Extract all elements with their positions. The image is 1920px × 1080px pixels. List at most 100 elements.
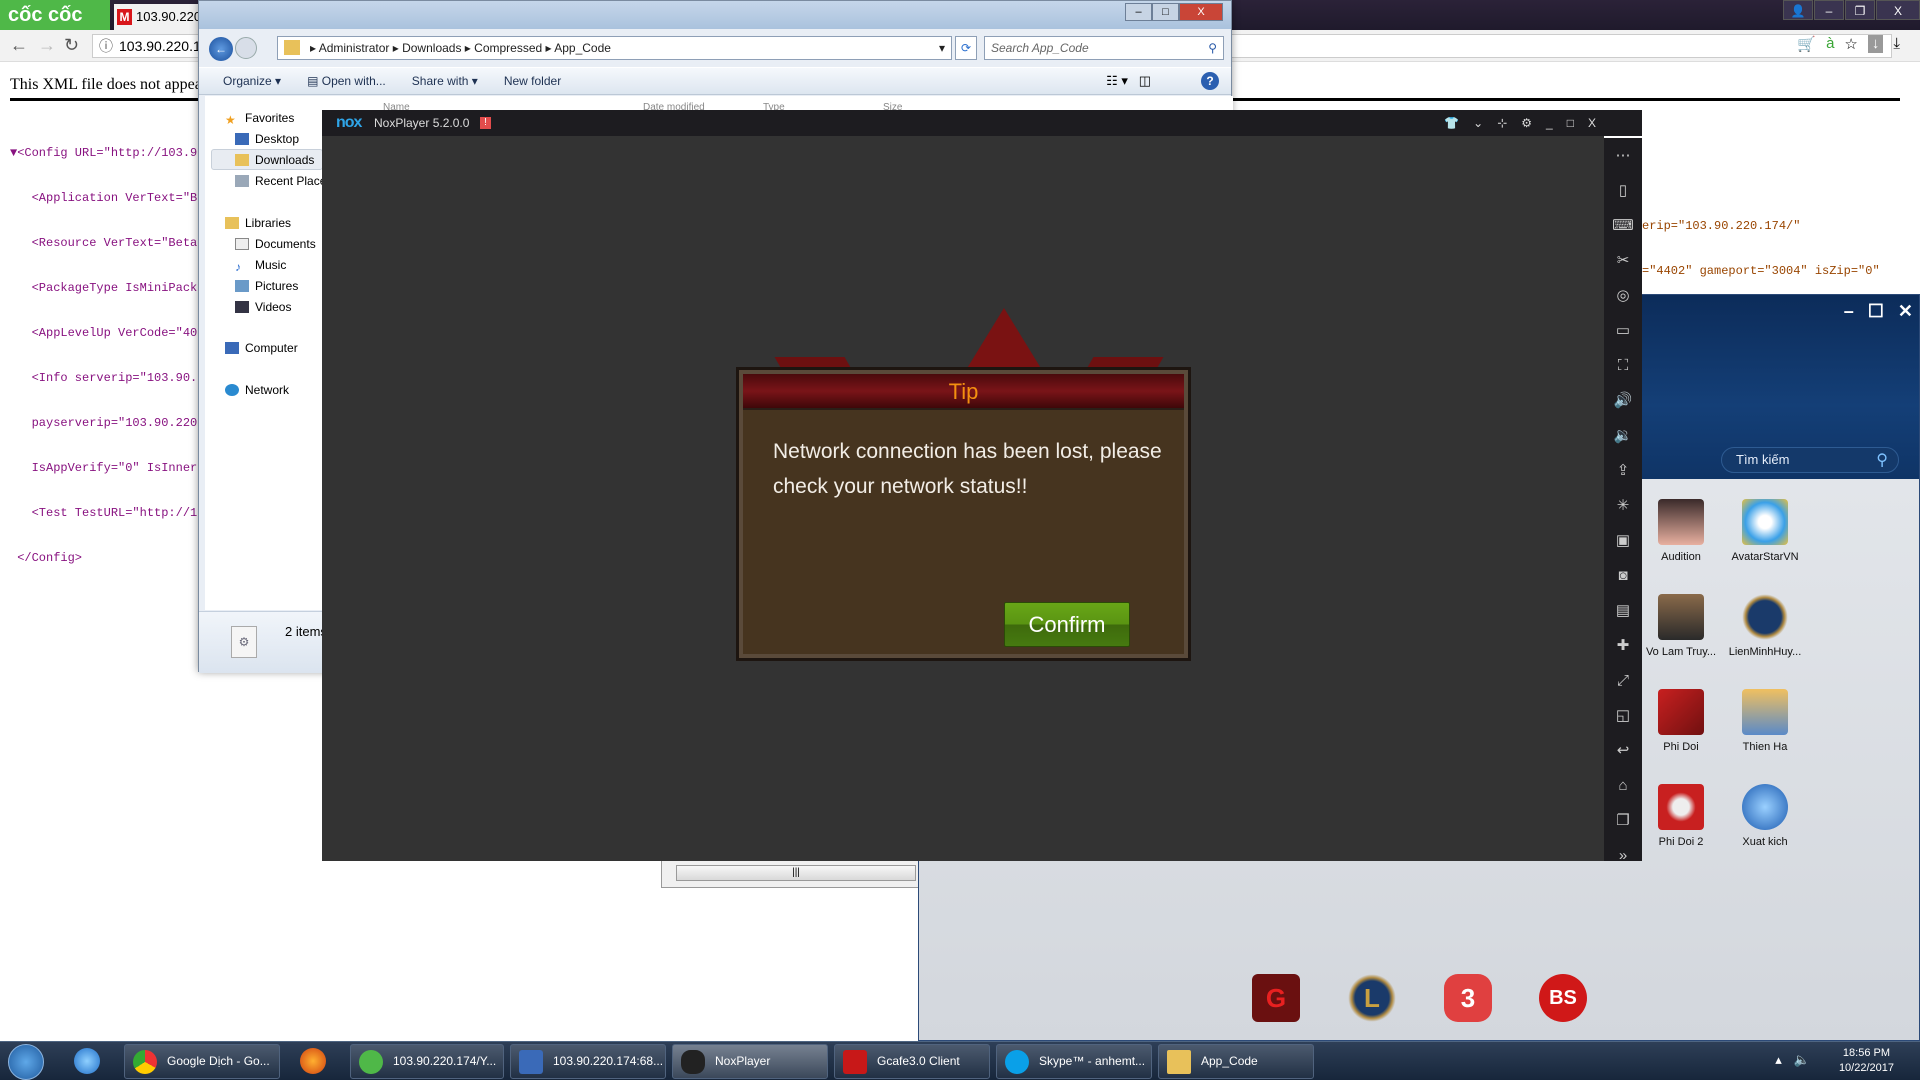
organize-button[interactable]: Organize ▾ — [223, 74, 281, 88]
xml-line[interactable]: ▼<Config URL="http://103.9 — [10, 146, 197, 161]
shirt-icon[interactable]: 👕 — [1444, 110, 1459, 136]
nav-libraries[interactable]: Libraries — [225, 216, 291, 230]
gear-icon[interactable]: ⚙ — [1521, 110, 1532, 136]
translate-icon[interactable]: à — [1826, 35, 1834, 53]
screen-icon[interactable]: ▭ — [1616, 313, 1630, 348]
crumb[interactable]: Downloads — [402, 41, 461, 55]
forward-button[interactable] — [235, 37, 257, 59]
crumb[interactable]: Compressed — [474, 41, 542, 55]
new-folder-button[interactable]: New folder — [504, 74, 561, 88]
search-input[interactable]: Search App_Code ⚲ — [984, 36, 1224, 60]
app-audition[interactable]: Audition — [1633, 499, 1729, 563]
close-button[interactable]: X — [1179, 3, 1223, 21]
horizontal-scrollbar[interactable]: ||| — [676, 865, 916, 881]
nav-documents[interactable]: Documents — [235, 237, 316, 251]
maximize-button[interactable]: □ — [1567, 110, 1574, 136]
nav-downloads[interactable]: Downloads — [235, 153, 314, 167]
back-icon[interactable]: ← — [10, 35, 28, 56]
downloads-icon[interactable]: ⤓ — [1893, 35, 1900, 53]
taskbar-item-skype[interactable]: Skype™ - anhemt... — [996, 1044, 1152, 1079]
internet-explorer-icon[interactable] — [74, 1048, 100, 1074]
rotate-phone-icon[interactable]: ▯ — [1619, 173, 1627, 208]
forward-icon[interactable]: → — [38, 35, 56, 56]
explorer-address-bar[interactable]: ▸ Administrator ▸ Downloads ▸ Compressed… — [277, 36, 952, 60]
taskbar-item-remote-desktop[interactable]: 103.90.220.174:68... — [510, 1044, 666, 1079]
minimize-button[interactable]: – — [1844, 301, 1854, 322]
nox-titlebar[interactable]: nox NoxPlayer 5.2.0.0 ! 👕 ⌄ ⊹ ⚙ _ □ X — [322, 110, 1642, 136]
star-icon[interactable]: ☆ — [1844, 35, 1857, 53]
taskbar-item-app-code[interactable]: App_Code — [1158, 1044, 1314, 1079]
close-button[interactable]: X — [1876, 0, 1920, 20]
nav-favorites[interactable]: ★ Favorites — [225, 111, 294, 127]
recent-apps-icon[interactable]: ❐ — [1616, 803, 1629, 838]
maximize-button[interactable]: ☐ — [1868, 301, 1884, 322]
view-options-icon[interactable]: ☷ ▾ ◫ — [1106, 73, 1151, 89]
share-with-button[interactable]: Share with ▾ — [412, 74, 478, 88]
multi-instance-icon[interactable]: ◱ — [1616, 698, 1630, 733]
nav-videos[interactable]: Videos — [235, 300, 291, 314]
start-button[interactable] — [8, 1044, 44, 1080]
volume-down-icon[interactable]: 🔉 — [1614, 418, 1633, 453]
maximize-button[interactable]: □ — [1152, 3, 1179, 21]
toolbox-icon[interactable]: ▤ — [1616, 593, 1630, 628]
fullscreen-icon[interactable]: ⛶ — [1618, 348, 1629, 383]
app-volamtruyky[interactable]: Vo Lam Truy... — [1633, 594, 1729, 658]
chevron-down-icon[interactable]: ▾ — [939, 37, 945, 59]
record-icon[interactable]: ◙ — [1618, 558, 1627, 593]
coccoc-logo[interactable]: cốc cốc — [0, 0, 110, 30]
app-thienha[interactable]: Thien Ha — [1717, 689, 1813, 753]
minimize-button[interactable]: – — [1814, 0, 1844, 20]
firefox-icon[interactable] — [300, 1048, 326, 1074]
back-icon[interactable]: ↩ — [1617, 733, 1630, 768]
nav-music[interactable]: ♪ Music — [235, 258, 286, 274]
reload-icon[interactable]: ↻ — [64, 35, 79, 56]
close-button[interactable]: X — [1588, 110, 1596, 136]
location-icon[interactable]: ◎ — [1616, 278, 1629, 313]
minimize-button[interactable]: – — [1125, 3, 1152, 21]
taskbar-item-google-translate[interactable]: Google Dịch - Go... — [124, 1044, 280, 1079]
app-avatarstarvn[interactable]: AvatarStarVN — [1717, 499, 1813, 563]
refresh-icon[interactable]: ⟳ — [955, 36, 977, 60]
dock-lol[interactable]: L — [1348, 974, 1396, 1022]
nav-desktop[interactable]: Desktop — [235, 132, 299, 146]
minimize-button[interactable]: _ — [1546, 110, 1553, 136]
tray-expand-icon[interactable]: ▴ — [1775, 1052, 1782, 1068]
volume-up-icon[interactable]: 🔊 — [1614, 383, 1633, 418]
alert-icon[interactable]: ! — [480, 117, 491, 129]
crumb[interactable]: App_Code — [554, 41, 611, 55]
help-icon[interactable]: ? — [1201, 72, 1219, 90]
gamepad-icon[interactable]: ✚ — [1617, 628, 1630, 663]
app-phidoi2[interactable]: Phi Doi 2 — [1633, 784, 1729, 848]
close-button[interactable]: ✕ — [1898, 301, 1913, 322]
taskbar-item-gcafe[interactable]: Gcafe3.0 Client — [834, 1044, 990, 1079]
taskbar-item-noxplayer[interactable]: NoxPlayer — [672, 1044, 828, 1079]
open-with-button[interactable]: ▤ Open with... — [307, 74, 386, 88]
pin-icon[interactable]: ⊹ — [1497, 110, 1507, 136]
resize-icon[interactable]: ⤢ — [1617, 663, 1629, 698]
dock-bs[interactable]: BS — [1539, 974, 1587, 1022]
keyboard-icon[interactable]: ⌨ — [1612, 208, 1634, 243]
nav-computer[interactable]: Computer — [225, 341, 298, 355]
confirm-button[interactable]: Confirm — [1004, 602, 1130, 647]
macro-icon[interactable]: ▣ — [1616, 523, 1630, 558]
browser-tab[interactable]: M 103.90.220. — [114, 4, 204, 30]
more-icon[interactable]: ⋯ — [1616, 138, 1631, 173]
dock-garena[interactable]: G — [1252, 974, 1300, 1022]
back-button[interactable]: ← — [209, 37, 233, 61]
search-icon[interactable]: ⚲ — [1876, 449, 1888, 473]
clock[interactable]: 18:56 PM 10/22/2017 — [1839, 1046, 1894, 1076]
chevron-down-icon[interactable]: ⌄ — [1473, 110, 1483, 136]
restore-button[interactable]: ❐ — [1845, 0, 1875, 20]
app-phidoi[interactable]: Phi Doi — [1633, 689, 1729, 753]
launcher-search-input[interactable]: Tìm kiếm ⚲ — [1721, 447, 1899, 473]
app-lienminh[interactable]: LienMinhHuy... — [1717, 594, 1813, 658]
crumb[interactable]: Administrator — [319, 41, 390, 55]
home-icon[interactable]: ⌂ — [1618, 768, 1627, 803]
volume-icon[interactable]: 🔈 — [1794, 1052, 1810, 1068]
nav-network[interactable]: Network — [225, 383, 289, 397]
download-icon[interactable]: ↓ — [1867, 35, 1884, 53]
taskbar-item-coccoc[interactable]: 103.90.220.174/Y... — [350, 1044, 504, 1079]
app-xuatkich[interactable]: Xuat kich — [1717, 784, 1813, 848]
explorer-titlebar[interactable] — [199, 1, 1231, 29]
expand-icon[interactable]: » — [1619, 838, 1627, 873]
